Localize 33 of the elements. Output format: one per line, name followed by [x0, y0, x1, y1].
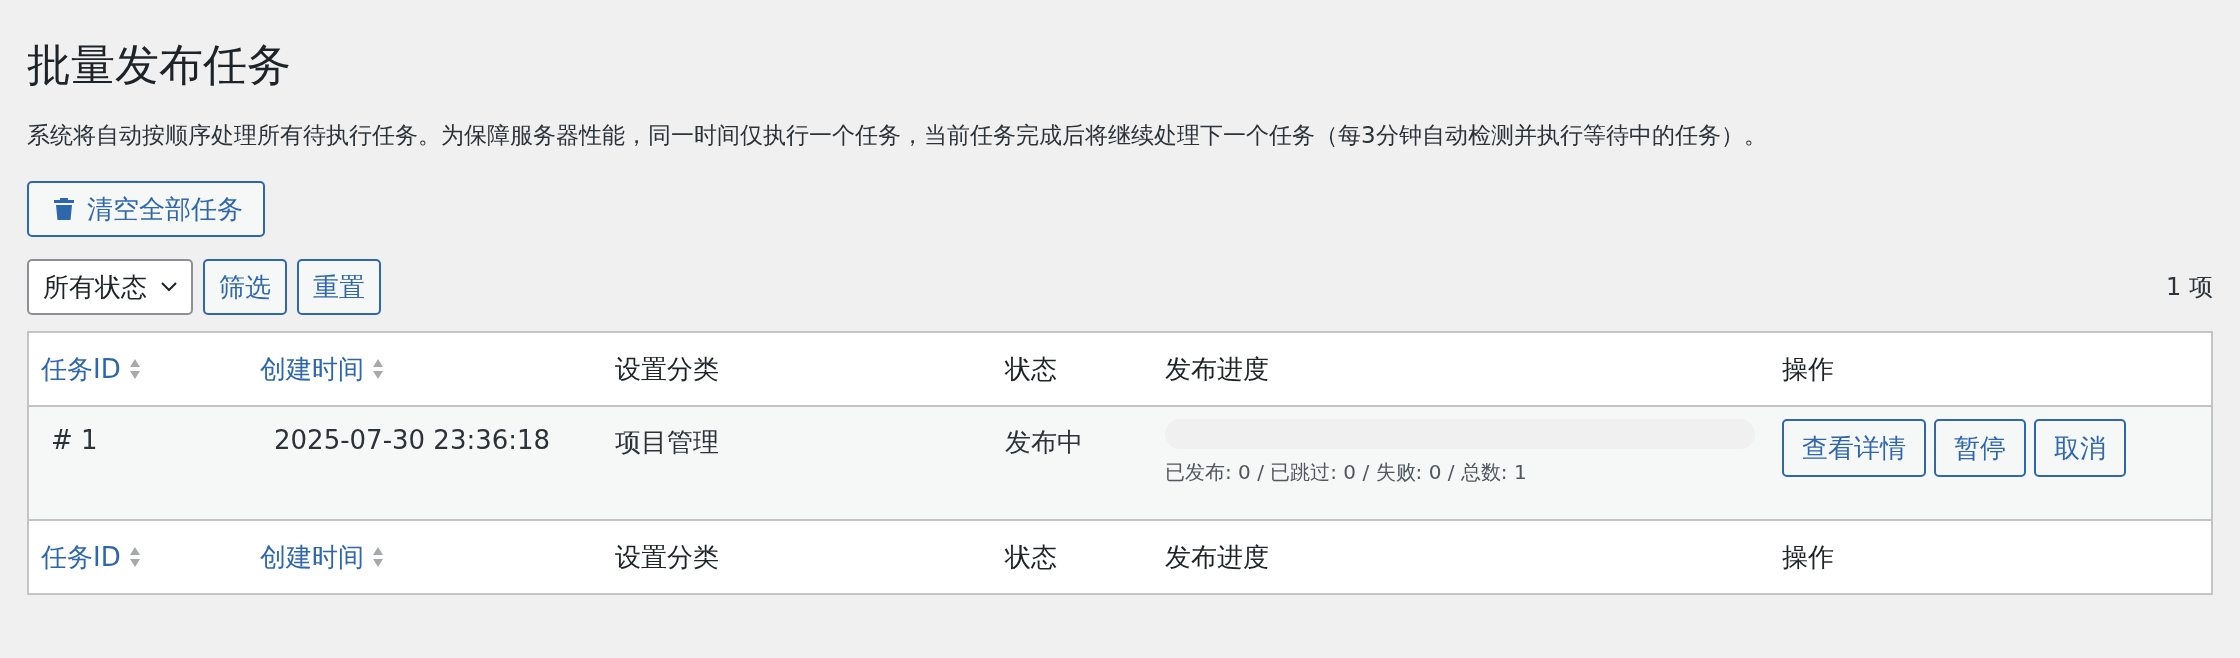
filter-button[interactable]: 筛选: [203, 259, 287, 315]
sort-icon: [372, 546, 384, 568]
progress-summary: 已发布: 0 / 已跳过: 0 / 失败: 0 / 总数: 1: [1165, 459, 1528, 486]
action-button[interactable]: 取消: [2034, 419, 2126, 477]
clear-all-button[interactable]: 清空全部任务: [27, 181, 265, 237]
column-header: 设置分类: [615, 353, 719, 384]
status-text: 发布中: [1005, 427, 1083, 457]
category-text: 项目管理: [615, 427, 719, 457]
column-header: 状态: [1005, 541, 1057, 572]
task-id: # 1: [51, 425, 98, 455]
sortable-column-header[interactable]: 任务ID: [41, 351, 141, 387]
status-select[interactable]: 所有状态: [27, 259, 193, 315]
column-header: 状态: [1005, 353, 1057, 384]
reset-button[interactable]: 重置: [297, 259, 381, 315]
trash-icon: [53, 197, 75, 221]
sort-icon: [128, 546, 141, 568]
description-text: 系统将自动按顺序处理所有待执行任务。为保障服务器性能，同一时间仅执行一个任务，当前任务完成后将继续处理下一个任务（每3分钟自动检测并执行等待中的任务）。: [27, 121, 1768, 150]
chevron-down-icon: [161, 282, 177, 292]
column-header: 操作: [1782, 353, 1834, 384]
sortable-column-header[interactable]: 创建时间: [260, 539, 384, 575]
column-header: 设置分类: [615, 541, 719, 572]
action-button[interactable]: 查看详情: [1782, 419, 1926, 477]
sortable-column-header[interactable]: 创建时间: [260, 351, 384, 387]
column-header: 发布进度: [1165, 352, 1270, 386]
sort-icon: [372, 358, 384, 380]
sort-icon: [128, 358, 141, 380]
action-button[interactable]: 暂停: [1934, 419, 2026, 477]
column-header: 操作: [1782, 541, 1834, 572]
item-count: 1 项: [2166, 272, 2213, 303]
page-title: 批量发布任务: [27, 42, 292, 88]
sortable-column-header[interactable]: 任务ID: [41, 539, 141, 575]
created-time: 2025-07-30 23:36:18: [274, 425, 551, 455]
column-header: 发布进度: [1165, 540, 1270, 574]
